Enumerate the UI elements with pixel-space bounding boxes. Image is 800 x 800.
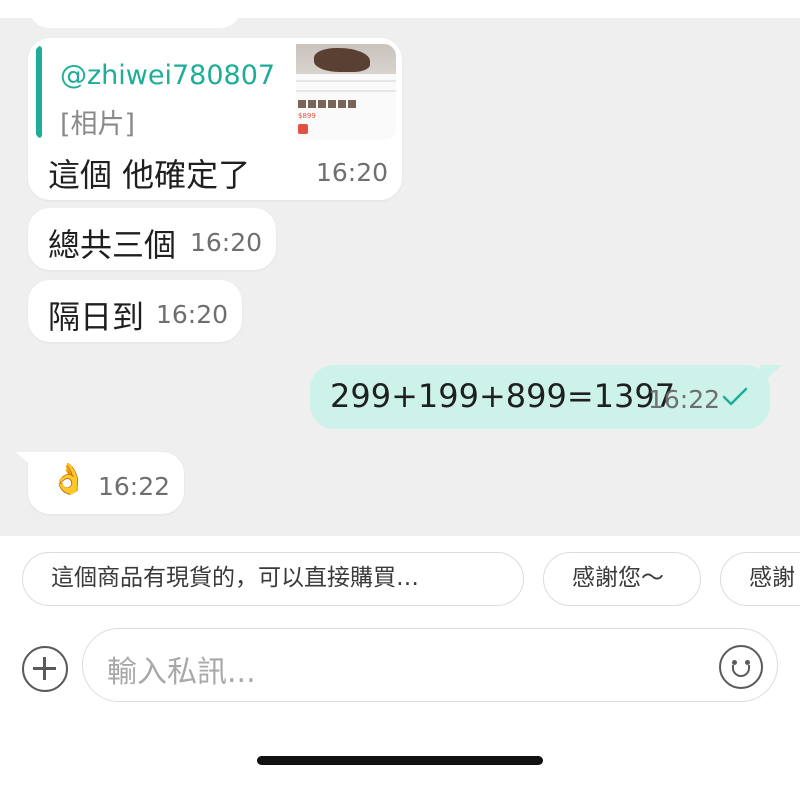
message-time: 16:22 (648, 385, 721, 414)
message-input-placeholder: 輸入私訊... (107, 655, 256, 690)
message-time: 16:22 (98, 472, 171, 501)
outgoing-message-bubble[interactable]: 299+199+899=1397 16:22 (310, 365, 782, 429)
message-composer: 輸入私訊... (0, 620, 800, 720)
top-strip (0, 0, 800, 18)
thumbnail-price: $899 (298, 112, 316, 120)
incoming-emoji-bubble[interactable]: 👌 16:22 (16, 452, 184, 514)
smiley-icon[interactable] (719, 645, 763, 689)
message-text: 隔日到 (48, 298, 145, 336)
quote-username: @zhiwei780807 (60, 60, 276, 91)
quoted-photo-thumbnail[interactable]: $899 (296, 44, 396, 140)
plus-circle-icon[interactable] (22, 646, 68, 692)
thumbnail-product-image (314, 48, 370, 72)
quick-reply-chip[interactable]: 這個商品有現貨的，可以直接購買… (22, 552, 524, 606)
incoming-message-bubble[interactable]: 隔日到 16:20 (28, 280, 242, 342)
thumbnail-divider (296, 80, 396, 82)
check-icon (722, 387, 748, 406)
thumbnail-photo (296, 44, 396, 74)
thumbnail-divider (296, 90, 396, 92)
ok-hand-emoji: 👌 (50, 462, 88, 497)
reply-message-bubble[interactable]: @zhiwei780807 [相片] $899 這個 他確定了 16:20 (28, 38, 402, 200)
smiley-mouth (732, 665, 750, 677)
message-input[interactable]: 輸入私訊... (82, 628, 778, 702)
quick-reply-chip[interactable]: 感謝您～ (543, 552, 701, 606)
quoted-message[interactable]: @zhiwei780807 [相片] $899 (34, 44, 396, 140)
message-text: 總共三個 (48, 226, 177, 264)
previous-message-bubble (28, 18, 242, 28)
message-text: 這個 他確定了 (48, 156, 251, 194)
quick-reply-chip[interactable]: 感謝 (720, 552, 800, 606)
message-time: 16:20 (316, 158, 389, 187)
home-indicator[interactable] (257, 756, 543, 765)
quick-reply-bar: 這個商品有現貨的，可以直接購買… 感謝您～ 感謝 (0, 536, 800, 620)
quote-type-label: [相片] (60, 109, 136, 140)
thumbnail-gallery-strip (298, 100, 358, 108)
chat-area[interactable]: @zhiwei780807 [相片] $899 這個 他確定了 16:20 總共… (0, 18, 800, 536)
message-time: 16:20 (190, 228, 263, 257)
message-time: 16:20 (156, 300, 229, 329)
message-text: 299+199+899=1397 (330, 377, 676, 415)
incoming-message-bubble[interactable]: 總共三個 16:20 (28, 208, 276, 270)
thumbnail-shop-badge (298, 124, 308, 134)
quote-bar (36, 46, 42, 138)
